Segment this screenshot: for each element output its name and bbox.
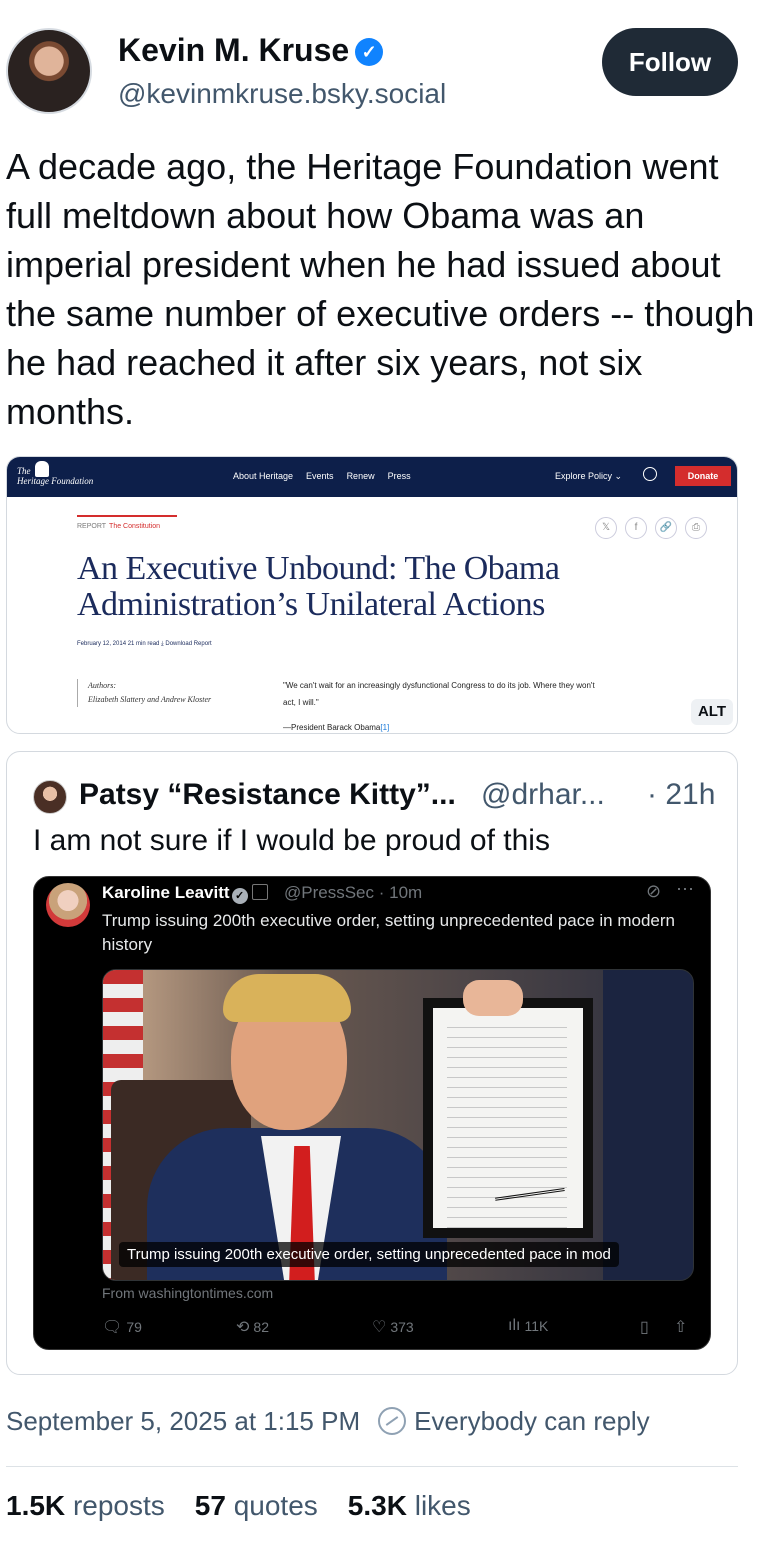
verified-badge-icon: ✓ [355, 38, 384, 66]
reposts-stat[interactable]: 1.5K reposts [6, 1490, 165, 1521]
likes-count: 5.3K [347, 1490, 407, 1521]
likes-stat[interactable]: 5.3K likes [348, 1490, 471, 1521]
post-header: Kevin M. Kruse ✓ @kevinmkruse.bsky.social… [6, 28, 746, 120]
post-timestamp[interactable]: September 5, 2025 at 1:15 PM [6, 1406, 360, 1436]
reply-count: 🗨 79 [102, 1317, 142, 1337]
gray-check-icon: ✓ [231, 888, 248, 904]
reply-count-value: 79 [126, 1319, 142, 1335]
quoted-author-name: Patsy “Resistance Kitty”... [79, 778, 456, 811]
x-author-name-text: Karoline Leavitt [102, 883, 230, 902]
author-name[interactable]: Kevin M. Kruse ✓ [118, 32, 384, 69]
reposts-label: reposts [72, 1490, 165, 1521]
quotes-label: quotes [233, 1490, 318, 1521]
reply-settings-icon [378, 1407, 407, 1435]
quote-cite-text: —President Barack Obama [283, 723, 381, 732]
reply-setting[interactable]: Everybody can reply [414, 1406, 650, 1436]
like-count: ♡ 373 [372, 1317, 414, 1337]
follow-button[interactable]: Follow [602, 28, 738, 96]
quote-cite: —President Barack Obama[1] [283, 719, 603, 733]
print-icon: ⎙ [685, 517, 707, 539]
repost-icon: ⟲ [236, 1319, 250, 1336]
engagement-stats: 1.5K reposts 57 quotes 5.3K likes [6, 1490, 501, 1522]
quoted-avatar [33, 780, 67, 814]
avatar[interactable] [6, 28, 92, 114]
background-person [603, 970, 693, 1280]
author-handle[interactable]: @kevinmkruse.bsky.social [118, 78, 446, 110]
search-icon [643, 467, 657, 481]
quotes-stat[interactable]: 57 quotes [195, 1490, 318, 1521]
share-icon: ⇧ [674, 1319, 688, 1336]
alt-text-button[interactable]: ALT [691, 699, 733, 725]
logo-line-1: The [17, 466, 31, 476]
repost-count: ⟲ 82 [236, 1317, 269, 1337]
quoted-post[interactable]: Patsy “Resistance Kitty”... @drhar... · … [6, 751, 738, 1375]
view-count-value: 11K [524, 1318, 549, 1334]
nav-link: About Heritage [233, 471, 294, 481]
logo-line-2: Heritage Foundation [17, 476, 94, 486]
report-meta: February 12, 2014 21 min read ⤓ Download… [77, 641, 212, 647]
authors-label: Authors: [88, 681, 116, 690]
post-meta: September 5, 2025 at 1:15 PM Everybody ca… [6, 1406, 650, 1437]
more-icon: ⋯ [676, 879, 694, 899]
signature [491, 1161, 565, 1201]
quotes-count: 57 [194, 1490, 226, 1521]
report-title: An Executive Unbound: The Obama Administ… [77, 550, 560, 623]
link-source: From washingtontimes.com [102, 1285, 274, 1301]
x-avatar [46, 883, 90, 927]
quoted-author-handle: @drhar... [481, 778, 605, 811]
report-quote: "We can't wait for an increasingly dysfu… [283, 677, 603, 733]
quote-text: "We can't wait for an increasingly dysfu… [283, 681, 595, 707]
reposts-count: 1.5K [6, 1490, 66, 1521]
hair [223, 974, 351, 1022]
heart-icon: ♡ [372, 1319, 387, 1336]
nav-link: Renew [346, 471, 375, 481]
report-authors: Authors: Elizabeth Slattery and Andrew K… [77, 679, 211, 707]
post-text: A decade ago, the Heritage Foundation we… [6, 146, 755, 432]
author-name-text[interactable]: Kevin M. Kruse [118, 32, 349, 68]
report-rule [77, 515, 177, 517]
reply-icon: 🗨 [102, 1319, 123, 1336]
share-icons: 𝕏 f 🔗 ⎙ [595, 517, 707, 539]
report-kind: REPORT [77, 523, 107, 530]
photo-caption: Trump issuing 200th executive order, set… [119, 1242, 619, 1267]
hand [463, 980, 523, 1016]
heritage-logo: The Heritage Foundation [17, 466, 93, 486]
authors-names: Elizabeth Slattery and Andrew Kloster [88, 695, 212, 704]
grok-icon: ⊘ [646, 881, 662, 901]
x-author-handle: @PressSec · 10m [284, 883, 423, 902]
bookmark-icon: ▯ [640, 1319, 649, 1336]
likes-label: likes [414, 1490, 471, 1521]
heritage-nav-links: About Heritage Events Renew Press [233, 471, 411, 481]
news-photo: Trump issuing 200th executive order, set… [102, 969, 694, 1281]
x-author-name: Karoline Leavitt ✓ [102, 883, 268, 904]
liberty-bell-icon [35, 461, 49, 477]
like-count-value: 373 [390, 1319, 414, 1335]
explore-policy-menu: Explore Policy ⌄ [555, 471, 623, 481]
divider [6, 1466, 738, 1467]
view-count: ılı 11K [508, 1317, 548, 1335]
x-share-icon: 𝕏 [595, 517, 617, 539]
views-icon: ılı [508, 1317, 521, 1334]
government-badge-icon [251, 884, 268, 900]
quoted-text: I am not sure if I would be proud of thi… [33, 824, 550, 857]
x-post-screenshot: Karoline Leavitt ✓ @PressSec · 10m ⊘ ⋯ Tr… [33, 876, 711, 1350]
report-label: REPORT The Constitution [77, 523, 160, 530]
quoted-time: · 21h [647, 778, 716, 811]
report-topic: The Constitution [109, 523, 161, 530]
quote-ref: [1] [380, 723, 390, 732]
nav-link: Press [387, 471, 411, 481]
donate-button: Donate [675, 466, 731, 486]
signed-document [423, 998, 593, 1238]
x-post-text: Trump issuing 200th executive order, set… [102, 911, 675, 954]
nav-link: Events [306, 471, 334, 481]
document-page [433, 1008, 583, 1228]
facebook-share-icon: f [625, 517, 647, 539]
link-share-icon: 🔗 [655, 517, 677, 539]
embedded-image[interactable]: The Heritage Foundation About Heritage E… [6, 456, 738, 734]
heritage-nav-bar: The Heritage Foundation About Heritage E… [7, 457, 737, 497]
repost-count-value: 82 [253, 1319, 269, 1335]
